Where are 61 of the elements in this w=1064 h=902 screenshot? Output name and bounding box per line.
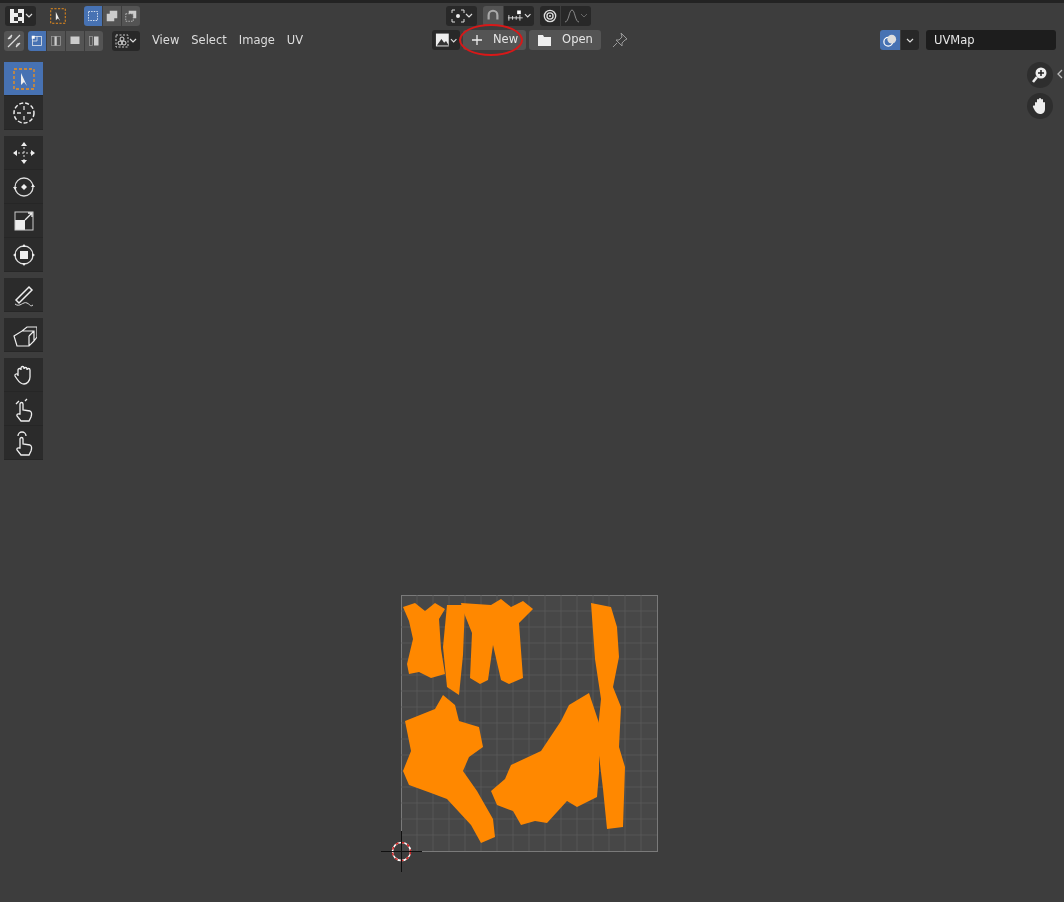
tool-button[interactable] xyxy=(4,136,43,170)
tool-button[interactable] xyxy=(4,426,43,460)
folder-icon xyxy=(537,33,553,47)
menu-item[interactable]: View xyxy=(146,31,186,50)
dropdown-button[interactable] xyxy=(901,30,919,50)
image-icon xyxy=(435,32,450,48)
overlapping-circles-icon xyxy=(883,32,897,48)
uv-select-mode-button[interactable] xyxy=(85,30,103,51)
tool-button[interactable] xyxy=(4,238,43,272)
sync-selection-button[interactable] xyxy=(4,30,24,51)
editor-type-button[interactable] xyxy=(5,5,36,26)
tool-button[interactable] xyxy=(4,278,43,312)
magnet-icon[interactable] xyxy=(483,5,503,26)
snap-element-button[interactable] xyxy=(504,5,534,26)
circles-icon xyxy=(115,33,129,48)
caret-icon xyxy=(24,12,33,19)
caret-icon xyxy=(906,36,914,44)
plus-icon xyxy=(471,34,483,46)
image-browse-button[interactable] xyxy=(432,30,460,50)
curve-icon xyxy=(564,8,580,23)
caret-icon xyxy=(580,12,588,19)
2d-cursor-icon xyxy=(381,831,422,872)
selection-mode-button[interactable] xyxy=(84,5,102,26)
uv-select-mode-button[interactable] xyxy=(28,30,46,51)
tool-button[interactable] xyxy=(4,170,43,204)
hand-icon[interactable] xyxy=(1027,93,1053,119)
menu-item[interactable]: Select xyxy=(185,31,233,50)
tool-button[interactable] xyxy=(4,204,43,238)
concentric-circles-icon xyxy=(543,7,557,24)
tool-button[interactable] xyxy=(4,96,43,130)
uv-select-mode-button[interactable] xyxy=(47,30,65,51)
sidebar-toggle-icon[interactable] xyxy=(1056,69,1063,79)
menu-item[interactable]: UV xyxy=(280,31,310,50)
open-button[interactable]: Open xyxy=(529,30,601,50)
checker-icon xyxy=(8,7,25,24)
menu-item[interactable]: Image xyxy=(232,31,281,50)
uv-map-field[interactable]: UVMap xyxy=(926,30,1056,50)
uv-select-mode-button[interactable] xyxy=(66,30,84,51)
tool-button[interactable] xyxy=(4,358,43,392)
pivot-button[interactable] xyxy=(446,5,477,26)
ruler-icon xyxy=(507,8,524,23)
caret-icon xyxy=(449,36,457,44)
tool-button[interactable] xyxy=(4,392,43,426)
select-box-tool-button[interactable] xyxy=(47,5,69,26)
select-box-icon xyxy=(10,65,37,92)
proportional-editing-button[interactable] xyxy=(540,5,560,26)
selection-mode-button[interactable] xyxy=(122,5,140,26)
pivot-icon xyxy=(450,8,465,23)
tool-button[interactable] xyxy=(4,62,43,96)
tool-button[interactable] xyxy=(4,318,43,352)
pin-icon[interactable] xyxy=(611,32,628,48)
zoom-icon[interactable] xyxy=(1027,62,1053,88)
new-button[interactable]: New xyxy=(463,30,527,50)
crosshair-circle-icon xyxy=(10,99,37,126)
caret-icon xyxy=(129,37,137,44)
overlays-button[interactable] xyxy=(880,30,900,50)
caret-icon xyxy=(464,12,473,19)
diagonal-arrows-icon xyxy=(7,33,21,48)
sticky-selection-button[interactable] xyxy=(112,30,140,51)
selection-mode-button[interactable] xyxy=(103,5,121,26)
caret-icon xyxy=(523,12,531,19)
